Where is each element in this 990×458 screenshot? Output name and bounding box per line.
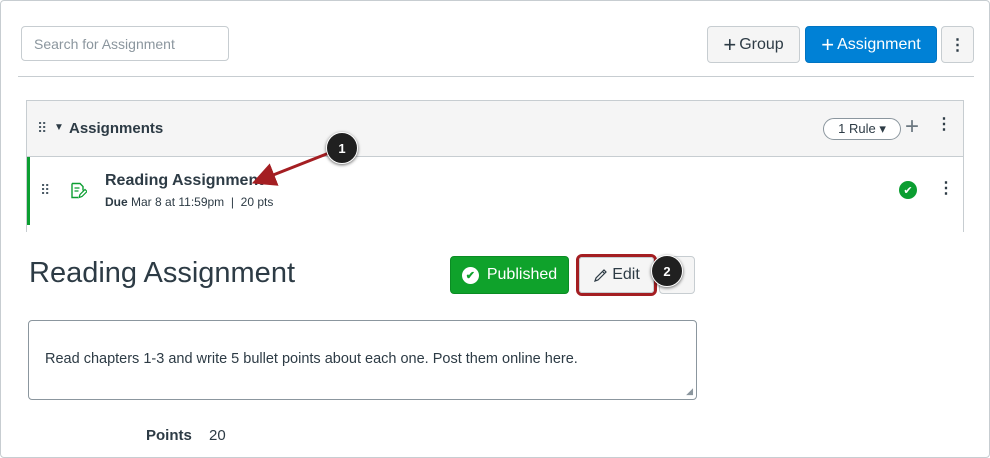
meta-separator: | (230, 195, 234, 209)
more-options-button[interactable]: ⋮ (941, 26, 974, 63)
drag-handle-icon[interactable]: ⠿ (37, 120, 47, 137)
resize-handle-icon[interactable]: ◢ (686, 386, 693, 397)
add-assignment-button[interactable]: + Assignment (805, 26, 937, 63)
screenshot-frame: + Group + Assignment ⋮ ⠿ ▼ Assignments 1… (0, 0, 990, 458)
due-date: Mar 8 at 11:59pm (131, 195, 225, 209)
plus-icon[interactable]: + (905, 113, 919, 141)
drag-handle-icon[interactable]: ⠿ (40, 182, 50, 199)
assignment-group-header[interactable]: ⠿ ▼ Assignments 1 Rule ▾ + ⋮ (27, 101, 963, 157)
kebab-icon[interactable]: ⋮ (938, 181, 954, 197)
plus-icon: + (723, 31, 737, 57)
due-label: Due (105, 195, 128, 209)
page-title: Reading Assignment (29, 257, 295, 289)
plus-icon: + (821, 31, 835, 57)
add-assignment-label: Assignment (837, 35, 921, 53)
assignment-row[interactable]: ⠿ Reading Assignment Due Mar 8 at 11:59p… (27, 157, 963, 225)
points-value: 20 (209, 427, 226, 444)
assignment-title-link[interactable]: Reading Assignment (105, 172, 264, 190)
kebab-icon: ⋮ (949, 36, 966, 54)
description-text: Read chapters 1-3 and write 5 bullet poi… (45, 351, 578, 367)
published-check-icon[interactable]: ✔ (899, 181, 917, 199)
callout-badge-1: 1 (326, 132, 358, 164)
edit-label: Edit (612, 266, 640, 283)
toolbar-divider (18, 76, 974, 77)
points-label: Points (146, 427, 192, 444)
add-group-button[interactable]: + Group (707, 26, 800, 63)
published-button[interactable]: ✔ Published (450, 256, 569, 294)
callout-badge-2: 2 (651, 255, 683, 287)
assignment-edit-icon (71, 182, 87, 199)
points-badge: 20 pts (240, 195, 274, 209)
kebab-icon[interactable]: ⋮ (936, 117, 952, 133)
assignment-meta: Due Mar 8 at 11:59pm | 20 pts (105, 195, 273, 209)
check-circle-icon: ✔ (461, 266, 479, 284)
add-group-label: Group (739, 35, 784, 53)
rule-button[interactable]: 1 Rule ▾ (823, 118, 901, 140)
collapse-caret-icon[interactable]: ▼ (54, 122, 64, 133)
assignment-group: ⠿ ▼ Assignments 1 Rule ▾ + ⋮ ⠿ Reading A… (26, 100, 964, 232)
search-input[interactable] (21, 26, 229, 61)
group-title: Assignments (69, 120, 164, 137)
published-label: Published (486, 266, 558, 283)
pencil-icon (594, 268, 608, 282)
description-box: Read chapters 1-3 and write 5 bullet poi… (28, 320, 697, 400)
edit-button[interactable]: Edit (579, 257, 654, 293)
